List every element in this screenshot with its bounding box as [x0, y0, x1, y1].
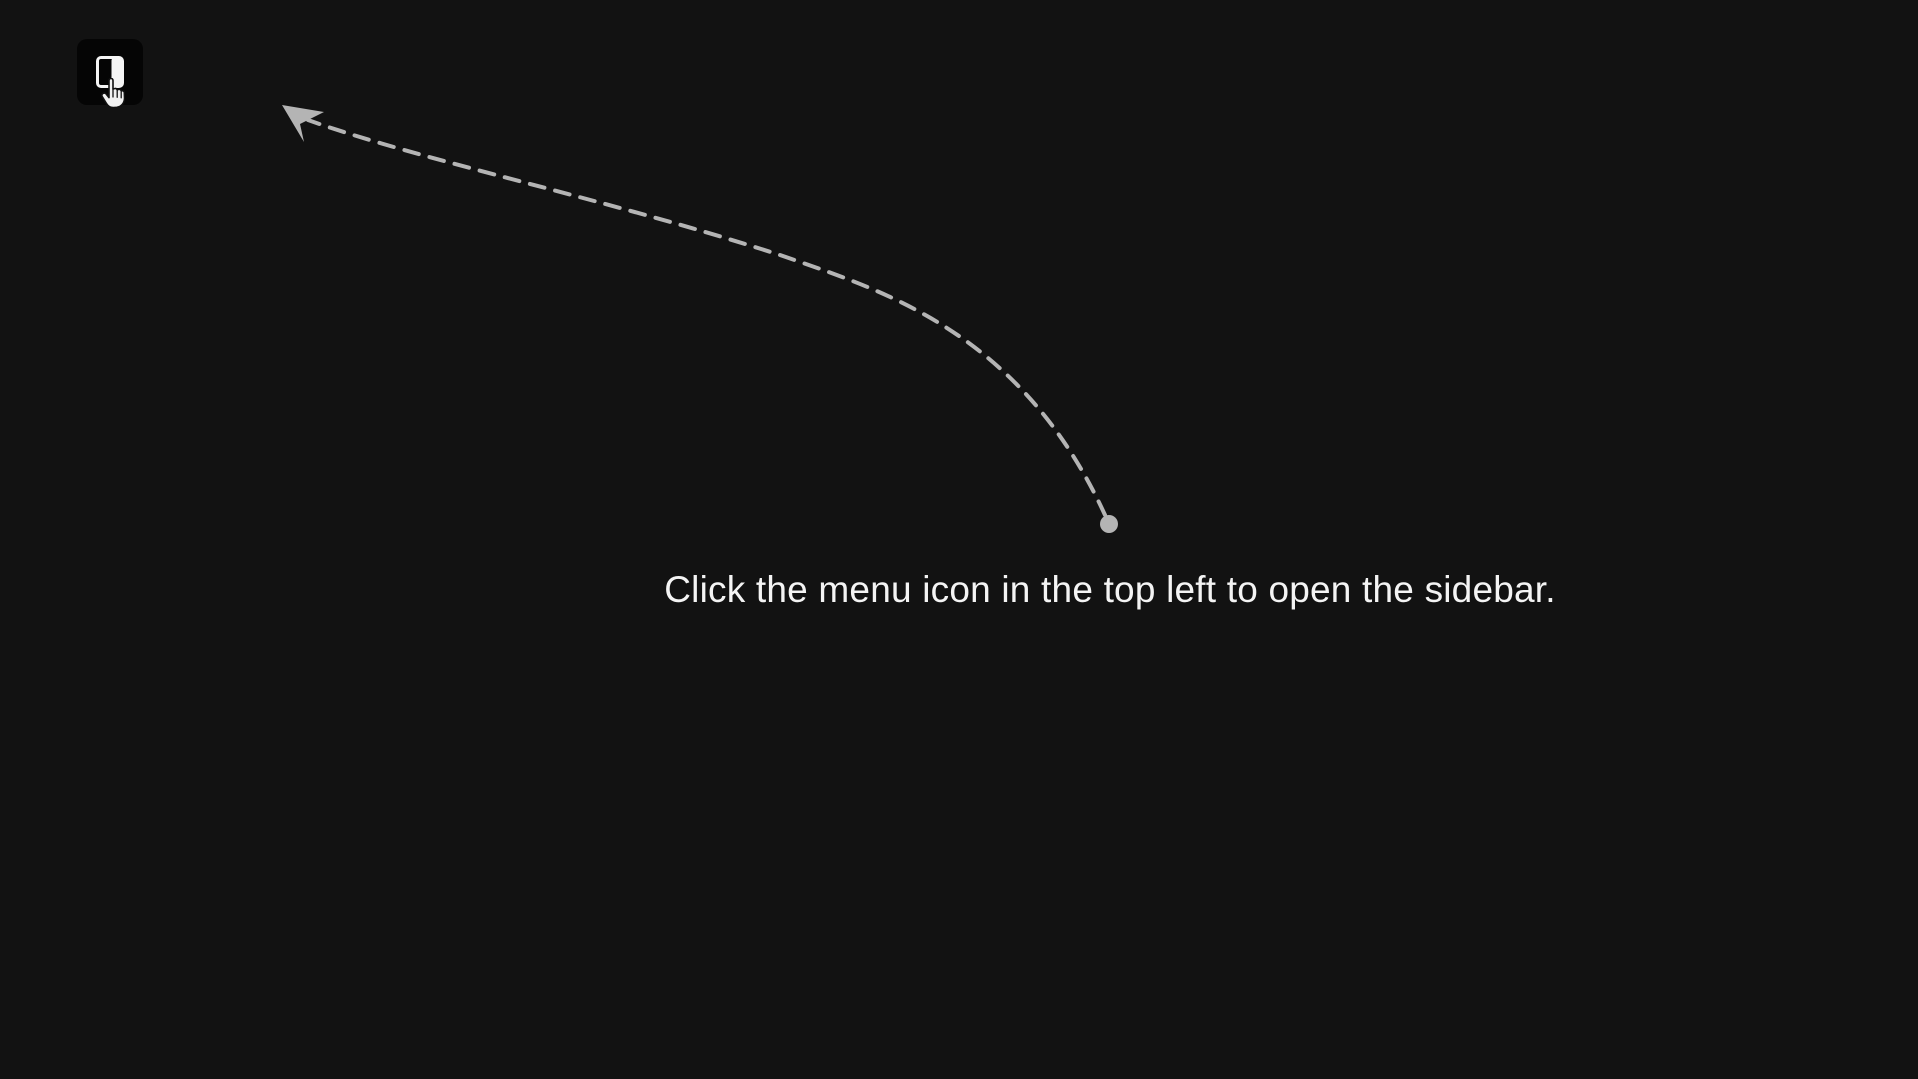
sidebar-toggle-button[interactable]: [77, 39, 143, 105]
dashed-curved-arrow: [282, 105, 1118, 533]
hint-message: Click the menu icon in the top left to o…: [664, 569, 1556, 610]
empty-state-page: Click the menu icon in the top left to o…: [0, 0, 1918, 1079]
sidebar-panel-icon: [96, 56, 124, 88]
